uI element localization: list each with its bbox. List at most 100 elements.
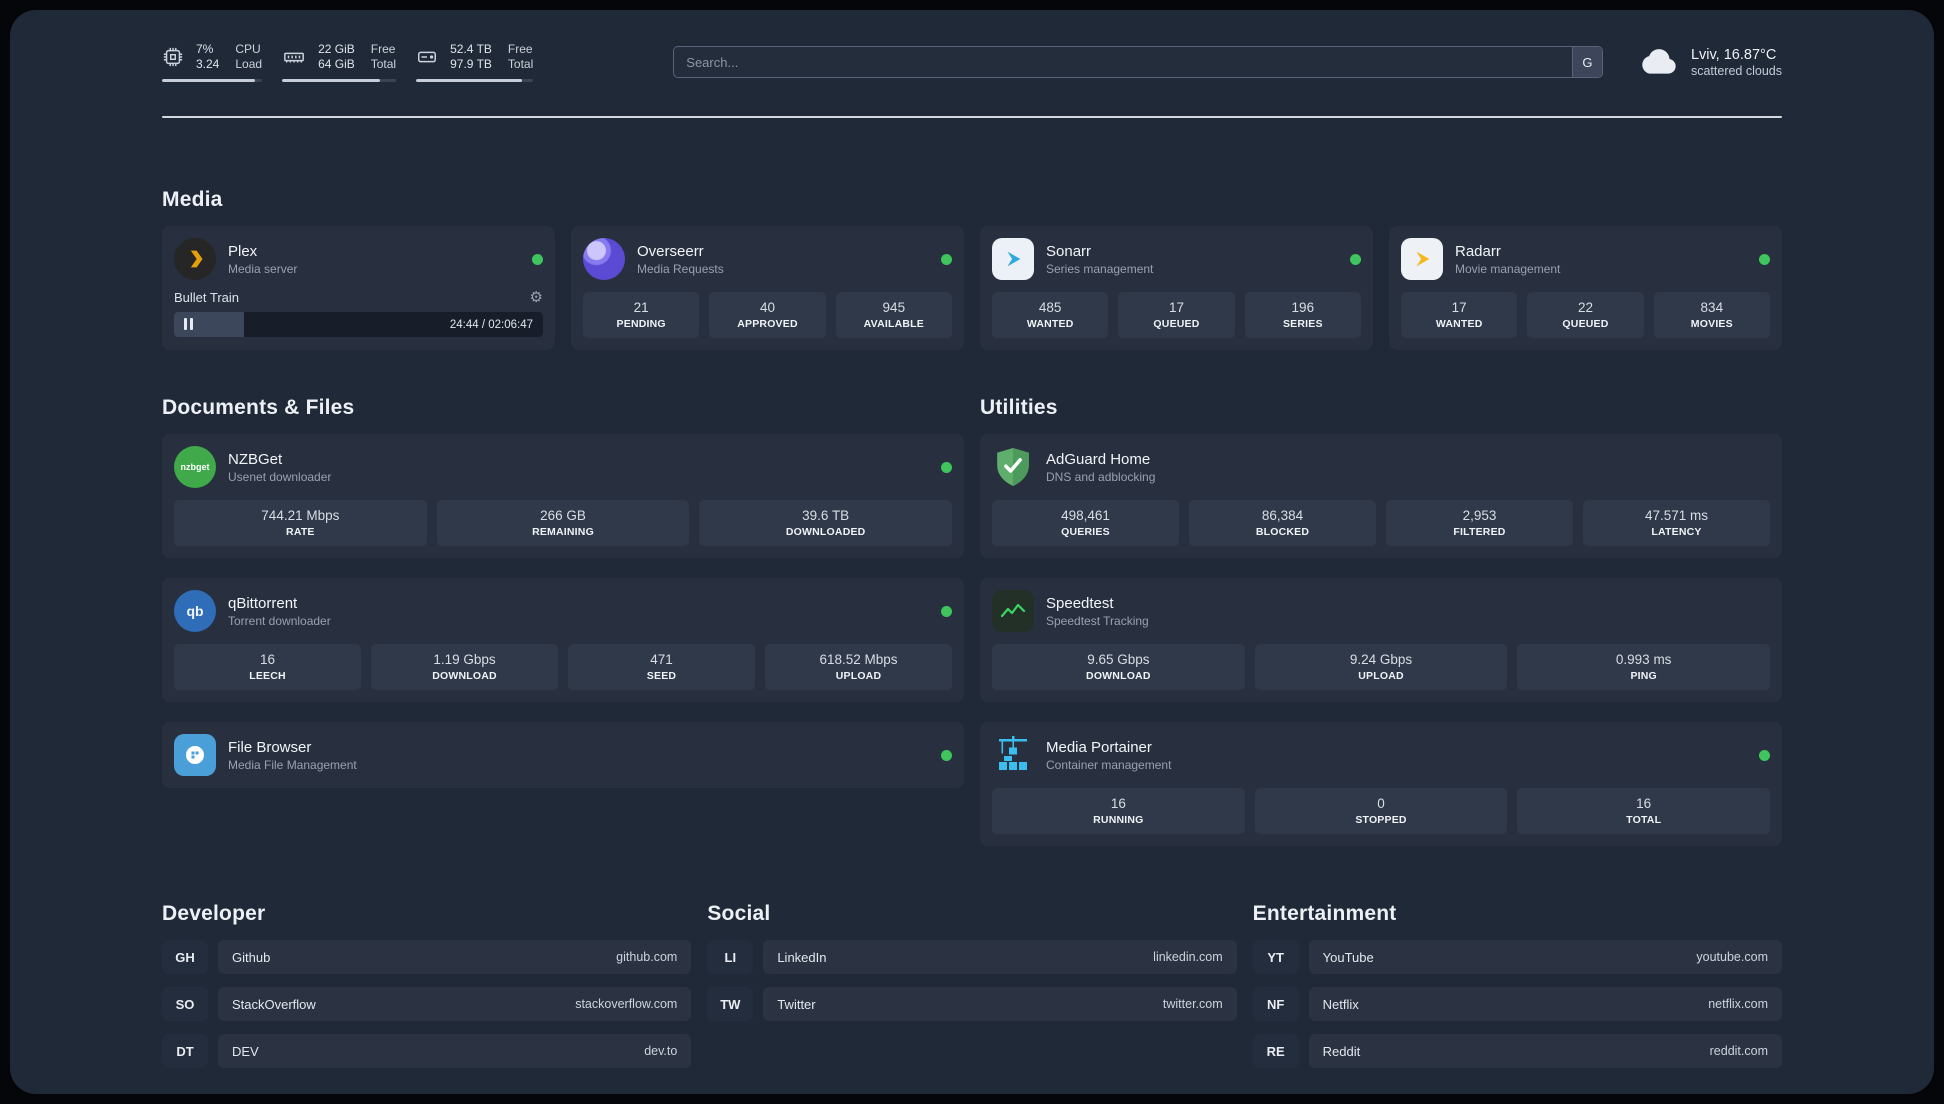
speedtest-icon — [992, 590, 1034, 632]
app-title: Radarr — [1455, 242, 1501, 260]
stat-tile: 485 WANTED — [992, 292, 1109, 338]
card-header: Speedtest Speedtest Tracking — [992, 590, 1770, 632]
memory-metric: 22 GiB Free 64 GiB Total — [282, 42, 397, 82]
stat-tile: 9.24 Gbps UPLOAD — [1254, 644, 1508, 690]
radarr-icon — [1401, 238, 1443, 280]
pause-icon[interactable] — [184, 318, 193, 330]
stat-value: 17 — [1451, 300, 1467, 315]
stat-label: SERIES — [1282, 318, 1323, 330]
memory-icon — [284, 52, 304, 63]
youtube-abbr-icon[interactable]: YT — [1252, 940, 1299, 974]
middle-columns: Documents & Files nzbget NZBGet Usenet d… — [162, 396, 1782, 846]
stat-value: 266 GB — [540, 508, 586, 523]
stat-label: QUERIES — [1061, 526, 1110, 538]
stat-label: FILTERED — [1453, 526, 1506, 538]
section-title-documents: Documents & Files — [162, 396, 355, 419]
bookmark-name: Netflix — [1322, 996, 1359, 1012]
bookmark-name: Twitter — [777, 996, 816, 1012]
cpu-label: CPU — [235, 42, 261, 56]
memory-free-label: Free — [370, 42, 396, 56]
memory-total-label: Total — [370, 57, 397, 71]
memory-progress-bar — [282, 79, 397, 82]
card-header: Radarr Movie management — [1401, 238, 1770, 280]
stat-tile: 834 MOVIES — [1653, 292, 1770, 338]
bookmark-link-linkedin[interactable]: LinkedIn linkedin.com — [763, 940, 1237, 974]
stat-tile: 17 WANTED — [1401, 292, 1518, 338]
stat-value: 17 — [1168, 300, 1184, 315]
app-subtitle: Torrent downloader — [228, 613, 331, 628]
stat-label: REMAINING — [532, 526, 594, 538]
stat-tile: 47.571 ms LATENCY — [1583, 500, 1770, 546]
disk-free-value: 52.4 TB — [450, 42, 492, 56]
developer-bookmarks: GH Github github.com SO StackOverflow st… — [162, 940, 692, 1068]
weather-widget: Lviv, 16.87°C scattered clouds — [1639, 47, 1782, 78]
card-titles: Speedtest Speedtest Tracking — [1046, 595, 1149, 628]
bookmark-link-twitter[interactable]: Twitter twitter.com — [763, 987, 1237, 1021]
card-titles: Overseerr Media Requests — [637, 243, 724, 276]
gear-icon[interactable]: ⚙ — [530, 290, 543, 305]
section-title-developer: Developer — [162, 902, 266, 925]
stat-label: PENDING — [616, 318, 666, 330]
app-card-filebrowser[interactable]: File Browser Media File Management — [162, 722, 964, 788]
bookmark-row-stackoverflow: SO StackOverflow stackoverflow.com — [162, 987, 692, 1021]
app-title: Media Portainer — [1046, 738, 1152, 756]
stat-label: RATE — [286, 526, 315, 538]
weather-text: Lviv, 16.87°C scattered clouds — [1691, 47, 1782, 78]
bookmark-link-youtube[interactable]: YouTube youtube.com — [1308, 940, 1782, 974]
netflix-abbr-icon[interactable]: NF — [1252, 987, 1299, 1021]
stat-tile: 40 APPROVED — [709, 292, 826, 338]
app-title: Speedtest — [1046, 594, 1114, 612]
stat-value: 498,461 — [1061, 508, 1110, 523]
stat-value: 945 — [882, 300, 906, 315]
player-progress-bar[interactable]: 24:44 / 02:06:47 — [174, 312, 543, 337]
section-title-social: Social — [707, 902, 771, 925]
section-title-media: Media — [162, 188, 223, 211]
app-subtitle: Usenet downloader — [228, 469, 332, 484]
bookmark-url: stackoverflow.com — [575, 997, 678, 1011]
bookmark-link-github[interactable]: Github github.com — [218, 940, 692, 974]
stackoverflow-abbr-icon[interactable]: SO — [162, 987, 208, 1021]
card-header: Plex Media server — [174, 238, 543, 280]
stat-label: TOTAL — [1626, 814, 1662, 826]
bookmark-link-reddit[interactable]: Reddit reddit.com — [1308, 1034, 1782, 1068]
stat-tile: 16 LEECH — [174, 644, 361, 690]
stat-value: 16 — [259, 652, 276, 667]
bookmark-name: DEV — [232, 1043, 259, 1059]
developer-section: Developer GH Github github.com SO StackO… — [162, 902, 692, 1068]
app-card-radarr[interactable]: Radarr Movie management 17 WANTED 22 QUE… — [1389, 226, 1782, 350]
stat-label: RUNNING — [1093, 814, 1144, 826]
dev-abbr-icon[interactable]: DT — [162, 1034, 208, 1068]
github-abbr-icon[interactable]: GH — [162, 940, 208, 974]
bookmark-link-stackoverflow[interactable]: StackOverflow stackoverflow.com — [218, 987, 692, 1021]
search-input[interactable] — [673, 46, 1603, 78]
stat-label: MOVIES — [1690, 318, 1733, 330]
player-header: Bullet Train ⚙ — [174, 290, 543, 305]
stat-label: DOWNLOAD — [432, 670, 497, 682]
sonarr-icon — [992, 238, 1034, 280]
stat-label: UPLOAD — [1358, 670, 1404, 682]
stat-value: 0 — [1377, 796, 1385, 811]
reddit-abbr-icon[interactable]: RE — [1252, 1034, 1299, 1068]
weather-location: Lviv, 16.87°C — [1690, 46, 1777, 63]
app-card-overseerr[interactable]: Overseerr Media Requests 21 PENDING 40 A… — [571, 226, 964, 350]
cpu-load-label: Load — [235, 57, 263, 71]
bookmark-url: netflix.com — [1708, 997, 1768, 1011]
app-card-sonarr[interactable]: Sonarr Series management 485 WANTED 17 Q… — [980, 226, 1373, 350]
app-card-portainer[interactable]: Media Portainer Container management 16 … — [980, 722, 1782, 846]
section-title-entertainment: Entertainment — [1252, 902, 1397, 925]
app-card-speedtest[interactable]: Speedtest Speedtest Tracking 9.65 Gbps D… — [980, 578, 1782, 702]
overseerr-icon — [583, 238, 625, 280]
status-dot — [941, 461, 952, 473]
app-card-adguard[interactable]: AdGuard Home DNS and adblocking 498,461 … — [980, 434, 1782, 558]
app-card-plex[interactable]: Plex Media server Bullet Train ⚙ 24:44 /… — [162, 226, 555, 350]
app-card-qbittorrent[interactable]: qb qBittorrent Torrent downloader 16 LEE… — [162, 578, 964, 702]
search-engine-button[interactable]: G — [1571, 47, 1602, 77]
bookmark-url: twitter.com — [1162, 997, 1223, 1011]
stat-tile: 196 SERIES — [1244, 292, 1361, 338]
bookmark-link-netflix[interactable]: Netflix netflix.com — [1308, 987, 1782, 1021]
app-card-nzbget[interactable]: nzbget NZBGet Usenet downloader 744.21 M… — [162, 434, 964, 558]
stat-label: QUEUED — [1153, 318, 1200, 330]
bookmark-link-dev[interactable]: DEV dev.to — [218, 1034, 692, 1068]
twitter-abbr-icon[interactable]: TW — [707, 987, 754, 1021]
linkedin-abbr-icon[interactable]: LI — [707, 940, 754, 974]
